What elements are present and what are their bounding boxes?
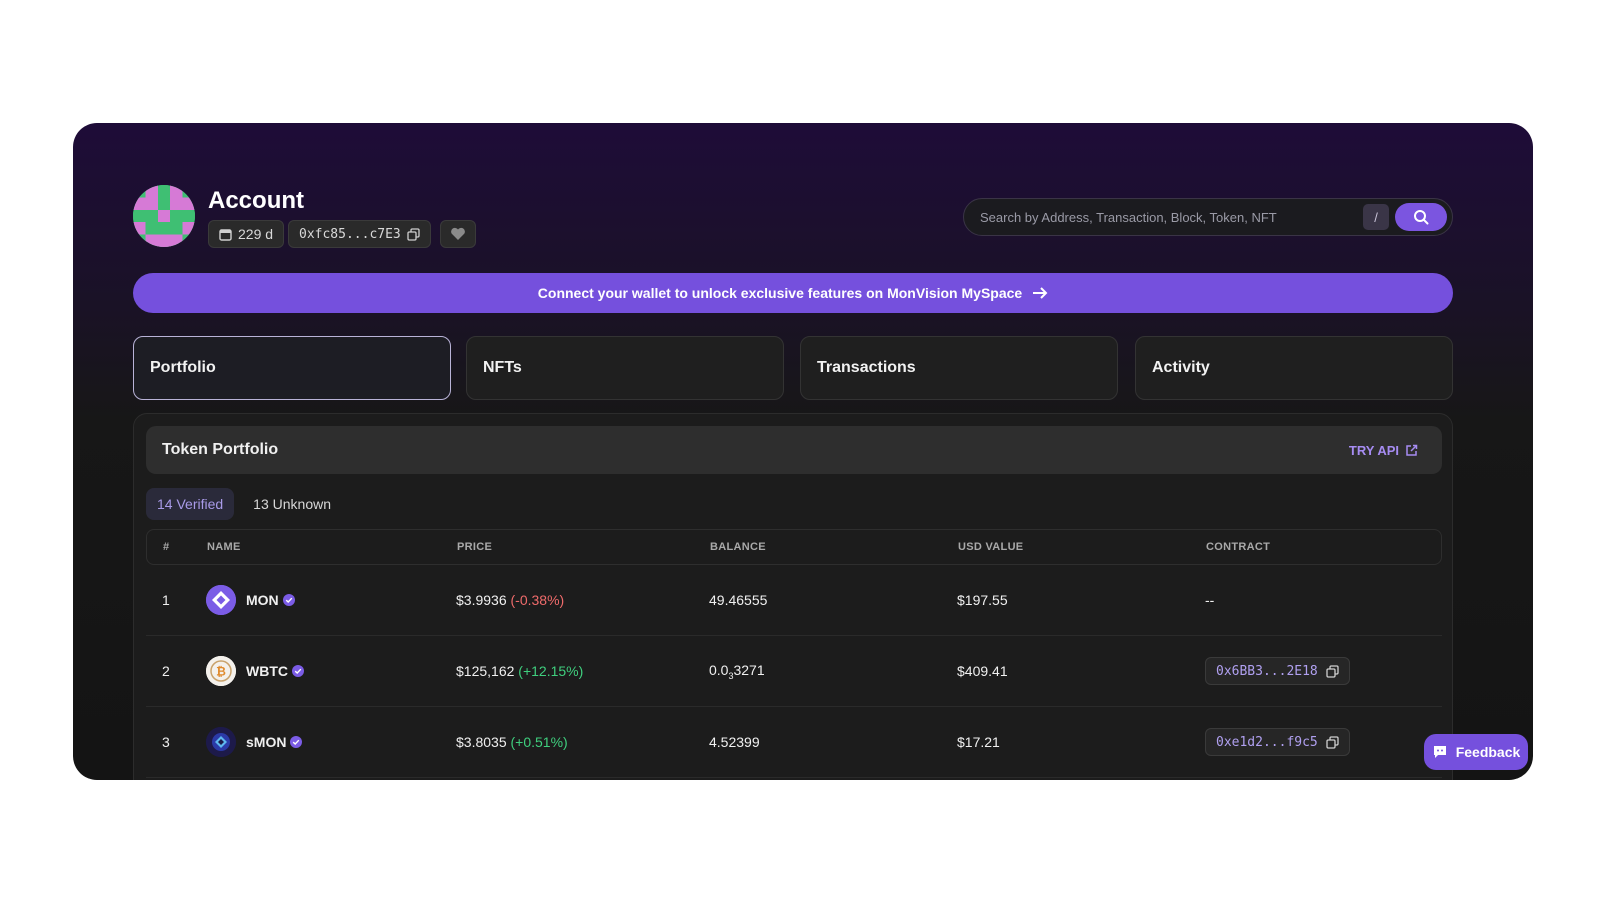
row-number: 2: [162, 663, 170, 679]
column-header-contract: CONTRACT: [1206, 541, 1271, 553]
smon-token-icon: [206, 727, 236, 757]
copy-icon[interactable]: [1326, 664, 1339, 678]
arrow-right-icon: [1032, 286, 1048, 300]
search-button[interactable]: [1395, 203, 1447, 231]
external-link-icon: [1405, 444, 1418, 457]
feedback-button[interactable]: Feedback: [1424, 734, 1528, 770]
table-row[interactable]: 1 MON $3.9936 (-0.38%) 49.46555 $197.55 …: [146, 565, 1442, 636]
page-title: Account: [208, 187, 304, 214]
contract-address-chip[interactable]: 0x6BB3...2E18: [1205, 657, 1350, 685]
copy-icon[interactable]: [407, 227, 420, 241]
try-api-label: TRY API: [1348, 442, 1399, 458]
table-header: # NAME PRICE BALANCE USD VALUE CONTRACT: [146, 529, 1442, 565]
token-balance: 4.52399: [709, 734, 760, 750]
balance-tail: 3271: [733, 661, 765, 678]
verified-icon: [292, 665, 304, 677]
row-number: 3: [162, 734, 170, 750]
app-frame: Account 229 d 0xfc85...c7E3 / Connect yo…: [73, 123, 1533, 780]
token-price: $3.8035: [456, 734, 507, 750]
verified-icon: [282, 594, 295, 606]
search-icon: [1413, 209, 1429, 225]
verified-icon: [290, 736, 303, 748]
price-change: (+12.15%): [518, 663, 584, 679]
filter-verified[interactable]: 14 Verified: [146, 488, 235, 520]
token-filters: 14 Verified 13 Unknown: [146, 488, 342, 520]
token-usd-value: $17.21: [957, 734, 1000, 750]
contract-address: 0xe1d2...f9c5: [1216, 734, 1318, 750]
token-symbol[interactable]: WBTC: [246, 663, 288, 679]
search-shortcut-key: /: [1363, 204, 1389, 230]
token-price: $125,162: [456, 663, 515, 679]
copy-icon[interactable]: [1326, 735, 1339, 749]
feedback-label: Feedback: [1455, 744, 1521, 760]
tab-nfts[interactable]: NFTs: [466, 336, 784, 400]
contract-address-chip[interactable]: 0xe1d2...f9c5: [1205, 728, 1350, 756]
token-usd-value: $409.41: [957, 663, 1008, 679]
price-cell: $3.8035 (+0.51%): [456, 734, 709, 750]
filter-unknown[interactable]: 13 Unknown: [242, 488, 342, 520]
account-age-text: 229 d: [238, 226, 274, 242]
address-chip[interactable]: 0xfc85...c7E3: [288, 220, 431, 248]
tab-activity[interactable]: Activity: [1135, 336, 1453, 400]
contract-address: 0x6BB3...2E18: [1216, 663, 1318, 679]
contract-cell: 0xe1d2...f9c5: [1205, 728, 1442, 756]
token-symbol[interactable]: MON: [246, 592, 279, 608]
panel-title: Token Portfolio: [162, 441, 279, 458]
table-row[interactable]: 2 ₿ WBTC $125,162 (+12.15%) 0.033271 $40…: [146, 636, 1442, 707]
connect-wallet-banner[interactable]: Connect your wallet to unlock exclusive …: [133, 273, 1453, 313]
token-balance: 49.46555: [709, 592, 768, 608]
price-change: (+0.51%): [510, 734, 568, 750]
table-row[interactable]: 3 sMON $3.8035 (+0.51%) 4.52399 $17.21 0…: [146, 707, 1442, 778]
wbtc-token-icon: ₿: [206, 656, 236, 686]
token-name-cell: MON: [206, 585, 456, 615]
column-header-price: PRICE: [457, 541, 493, 553]
tab-transactions[interactable]: Transactions: [800, 336, 1118, 400]
mon-token-icon: [206, 585, 236, 615]
column-header-num: #: [163, 541, 170, 553]
search-bar: /: [963, 198, 1453, 236]
contract-cell: 0x6BB3...2E18: [1205, 657, 1442, 685]
svg-text:₿: ₿: [216, 665, 226, 679]
token-usd-value: $197.55: [957, 592, 1008, 608]
price-cell: $3.9936 (-0.38%): [456, 592, 709, 608]
token-symbol[interactable]: sMON: [246, 734, 286, 750]
column-header-name: NAME: [207, 541, 241, 553]
tab-portfolio[interactable]: Portfolio: [133, 336, 451, 400]
price-change: (-0.38%): [510, 592, 565, 608]
token-balance: 0.033271: [709, 662, 957, 681]
heart-icon: [450, 227, 466, 241]
avatar: [133, 185, 195, 247]
banner-text: Connect your wallet to unlock exclusive …: [537, 285, 1023, 301]
column-header-usd-value: USD VALUE: [958, 541, 1024, 553]
address-text: 0xfc85...c7E3: [299, 226, 401, 242]
feedback-icon: [1432, 744, 1448, 760]
column-header-balance: BALANCE: [710, 541, 766, 553]
token-price: $3.9936: [456, 592, 507, 608]
favorite-button[interactable]: [440, 220, 476, 248]
row-number: 1: [162, 592, 170, 608]
account-age-badge: 229 d: [208, 220, 285, 248]
balance-main: 0.0: [709, 661, 729, 678]
token-name-cell: ₿ WBTC: [206, 656, 456, 686]
token-portfolio-panel: Token Portfolio TRY API 14 Verified 13 U…: [133, 413, 1453, 780]
panel-header: Token Portfolio TRY API: [146, 426, 1442, 474]
search-input[interactable]: [964, 209, 1363, 225]
token-name-cell: sMON: [206, 727, 456, 757]
token-table: # NAME PRICE BALANCE USD VALUE CONTRACT …: [146, 529, 1442, 778]
price-cell: $125,162 (+12.15%): [456, 663, 709, 679]
try-api-link[interactable]: TRY API: [1349, 443, 1418, 458]
contract-empty: --: [1205, 592, 1215, 608]
calendar-icon: [219, 228, 232, 241]
